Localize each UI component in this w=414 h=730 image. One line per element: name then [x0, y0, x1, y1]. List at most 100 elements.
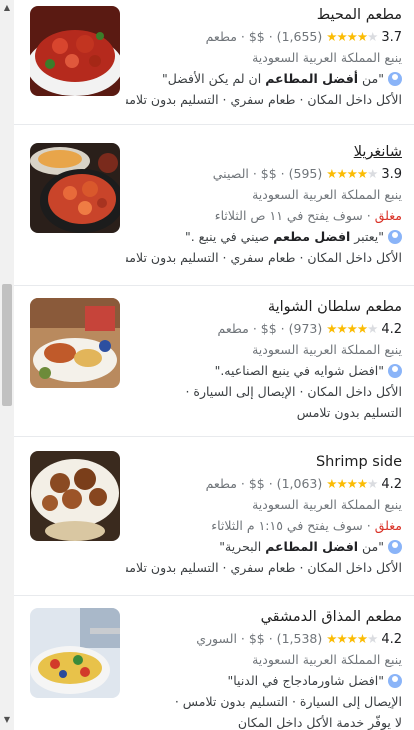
price-level: $$ [260, 166, 277, 181]
category: مطعم [205, 476, 237, 491]
restaurant-name[interactable]: مطعم المحيط [126, 4, 402, 26]
star-icon: ★ [346, 321, 358, 336]
review-text: البحرية" [219, 539, 266, 554]
location: ينبع المملكة العربية السعودية [252, 497, 402, 512]
review-text: صيني في ينبع ." [184, 229, 274, 244]
location: ينبع المملكة العربية السعودية [252, 652, 402, 667]
opening-time: · سوف يفتح في ١١ ص الثلاثاء [214, 208, 375, 223]
review-count: (1,538) [276, 631, 323, 646]
star-icon: ★ [346, 166, 358, 181]
category: السوري [196, 631, 237, 646]
user-avatar-icon [388, 72, 402, 86]
review-text: "افضل شاورمادجاج في الدنيا" [227, 673, 384, 688]
star-icon: ★ [336, 29, 347, 44]
user-avatar-icon [388, 674, 402, 688]
review-snippet: "يعتبر افضل مطعم صيني في ينبع ." [126, 226, 402, 247]
star-icon: ★ [367, 321, 378, 336]
user-avatar-icon [388, 540, 402, 554]
star-rating: ★★★★★ [326, 628, 378, 649]
scrollbar-thumb[interactable] [2, 284, 12, 406]
restaurant-photo[interactable] [30, 298, 120, 388]
review-highlight: افضل مطعم [273, 229, 351, 244]
user-avatar-icon [388, 230, 402, 244]
star-icon: ★ [326, 29, 337, 44]
star-icon: ★ [356, 631, 368, 646]
review-text: ان لم يكن الأفضل" [161, 71, 266, 86]
star-rating: ★★★★★ [326, 318, 378, 339]
restaurant-photo[interactable] [30, 143, 120, 233]
result-info: Shrimp side 4.2 ★★★★★ (1,063) · $$ · مطع… [126, 437, 402, 578]
service-options: الأكل داخل المكان · الإيصال إلى السيارة … [185, 384, 402, 399]
review-snippet: "افضل شوايه في ينبع الصناعيه." [126, 360, 402, 381]
result-info: مطعم المذاق الدمشقي 4.2 ★★★★★ (1,538) · … [126, 596, 402, 730]
opening-time: · سوف يفتح في ١:١٥ م الثلاثاء [211, 518, 375, 533]
restaurant-name[interactable]: Shrimp side [126, 451, 402, 473]
rating-row: 4.2 ★★★★★ (1,538) · $$ · السوري [126, 628, 402, 649]
star-icon: ★ [336, 166, 347, 181]
restaurant-photo[interactable] [30, 6, 120, 96]
review-text: "من [358, 71, 384, 86]
review-snippet: "افضل شاورمادجاج في الدنيا" [126, 670, 402, 691]
closed-label: مغلق [374, 208, 402, 223]
restaurant-name[interactable]: مطعم سلطان الشواية [126, 296, 402, 318]
star-icon: ★ [356, 29, 368, 44]
rating-value: 4.2 [381, 632, 402, 647]
result-card[interactable]: مطعم المحيط 3.7 ★★★★★ (1,655) · $$ · مطع… [14, 0, 414, 125]
restaurant-name[interactable]: شانغريلا [126, 141, 402, 163]
rating-row: 3.9 ★★★★★ (595) · $$ · الصيني [126, 163, 402, 184]
price-level: $$ [248, 476, 265, 491]
restaurant-photo[interactable] [30, 608, 120, 698]
star-rating: ★★★★★ [326, 163, 378, 184]
price-level: $$ [260, 321, 277, 336]
closed-label: مغلق [374, 518, 402, 533]
star-icon: ★ [326, 166, 337, 181]
price-level: $$ [248, 29, 265, 44]
scroll-up-arrow-icon[interactable]: ▲ [2, 2, 12, 14]
star-icon: ★ [326, 321, 337, 336]
opening-status: مغلق · سوف يفتح في ١١ ص الثلاثاء [126, 205, 402, 226]
star-rating: ★★★★★ [326, 473, 378, 494]
star-icon: ★ [367, 476, 378, 491]
star-icon: ★ [336, 476, 347, 491]
service-options: الأكل داخل المكان · طعام سفري · التسليم … [126, 560, 402, 575]
service-options: الأكل داخل المكان · طعام سفري · التسليم … [126, 92, 402, 107]
result-card[interactable]: مطعم المذاق الدمشقي 4.2 ★★★★★ (1,538) · … [14, 596, 414, 730]
restaurant-name[interactable]: مطعم المذاق الدمشقي [126, 606, 402, 628]
review-count: (1,063) [276, 476, 323, 491]
location: ينبع المملكة العربية السعودية [252, 342, 402, 357]
star-icon: ★ [356, 166, 368, 181]
service-options: الإيصال إلى السيارة · التسليم بدون تلامس… [174, 694, 402, 709]
star-icon: ★ [346, 631, 358, 646]
star-icon: ★ [346, 29, 358, 44]
result-card[interactable]: مطعم سلطان الشواية 4.2 ★★★★★ (973) · $$ … [14, 286, 414, 437]
vertical-scrollbar[interactable]: ▲ ▼ [0, 0, 14, 730]
review-text: "من [358, 539, 384, 554]
rating-row: 3.7 ★★★★★ (1,655) · $$ · مطعم [126, 26, 402, 47]
result-info: مطعم المحيط 3.7 ★★★★★ (1,655) · $$ · مطع… [126, 0, 402, 110]
star-icon: ★ [367, 166, 378, 181]
review-text: "يعتبر [350, 229, 384, 244]
category: مطعم [217, 321, 249, 336]
rating-row: 4.2 ★★★★★ (1,063) · $$ · مطعم [126, 473, 402, 494]
scroll-down-arrow-icon[interactable]: ▼ [2, 714, 12, 726]
star-icon: ★ [326, 476, 337, 491]
star-icon: ★ [346, 476, 358, 491]
star-icon: ★ [356, 321, 368, 336]
service-options-continued: التسليم بدون تلامس [296, 405, 402, 420]
service-options: الأكل داخل المكان · طعام سفري · التسليم … [126, 250, 402, 265]
result-card[interactable]: Shrimp side 4.2 ★★★★★ (1,063) · $$ · مطع… [14, 437, 414, 596]
rating-value: 3.9 [381, 167, 402, 182]
rating-value: 4.2 [381, 477, 402, 492]
restaurant-photo[interactable] [30, 451, 120, 541]
review-count: (595) [288, 166, 323, 181]
review-highlight: افضل المطاعم [265, 539, 359, 554]
review-text: "افضل شوايه في ينبع الصناعيه." [214, 363, 384, 378]
opening-status: مغلق · سوف يفتح في ١:١٥ م الثلاثاء [126, 515, 402, 536]
star-icon: ★ [336, 321, 347, 336]
category: مطعم [205, 29, 237, 44]
price-level: $$ [248, 631, 265, 646]
result-card[interactable]: شانغريلا 3.9 ★★★★★ (595) · $$ · الصيني ي… [14, 125, 414, 286]
review-count: (1,655) [276, 29, 323, 44]
star-icon: ★ [326, 631, 337, 646]
review-highlight: أفضل المطاعم [265, 71, 359, 86]
